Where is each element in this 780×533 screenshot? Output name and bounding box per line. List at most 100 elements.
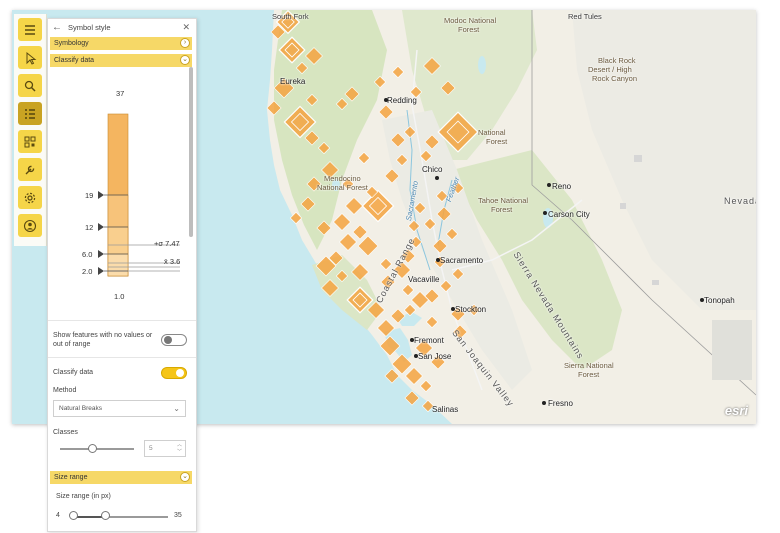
list-icon (25, 108, 35, 119)
search-button[interactable] (18, 74, 42, 97)
city-dot-carson (543, 211, 547, 215)
map-symbol[interactable] (351, 263, 369, 281)
city-dot-reno (547, 183, 551, 187)
method-label: Method (53, 387, 77, 394)
classes-slider-track[interactable] (60, 448, 134, 450)
map-symbol[interactable] (317, 141, 331, 155)
map-symbol[interactable] (411, 291, 429, 309)
size-range-section[interactable]: Size range ⌄ (50, 471, 192, 484)
map-symbol[interactable] (390, 308, 406, 324)
classes-stepper[interactable]: 5 ︿ ﹀ (144, 440, 186, 457)
map-symbol[interactable] (357, 151, 371, 165)
search-icon (24, 80, 36, 92)
map-symbol[interactable] (352, 224, 368, 240)
map-symbol[interactable] (295, 61, 309, 75)
settings-button[interactable] (18, 186, 42, 209)
map-symbol[interactable] (379, 335, 401, 357)
map-symbol[interactable] (425, 315, 439, 329)
map-symbol[interactable] (305, 93, 319, 107)
map-symbol[interactable] (424, 134, 440, 150)
map-label-tonopah: Tonopah (704, 296, 735, 305)
break-label-19: 19 (85, 191, 94, 200)
map-symbol[interactable] (423, 57, 441, 75)
map-symbol[interactable] (423, 217, 437, 231)
map-symbol[interactable] (436, 206, 452, 222)
esri-logo: esri (724, 403, 748, 418)
map-symbol[interactable] (391, 65, 405, 79)
map-symbol[interactable] (419, 149, 433, 163)
break-label-6: 6.0 (82, 250, 93, 259)
map-symbol[interactable] (361, 189, 395, 223)
map-symbol[interactable] (300, 196, 316, 212)
map-symbol[interactable] (437, 111, 479, 153)
map-label-redding: Redding (387, 96, 417, 105)
chevron-down-icon: ⌄ (173, 404, 180, 413)
map-symbol[interactable] (403, 303, 417, 317)
toggle-knob (164, 336, 172, 344)
map-label-carson-city: Carson City (548, 210, 590, 219)
map-label-salinas: Salinas (432, 405, 459, 414)
map-symbol[interactable] (321, 279, 339, 297)
map-symbol[interactable] (345, 197, 363, 215)
classify-data-toggle[interactable] (161, 367, 187, 379)
map-symbol[interactable] (344, 86, 360, 102)
classify-toggle-label: Classify data (53, 369, 94, 376)
grid-tool-button[interactable] (18, 130, 42, 153)
map-symbol[interactable] (432, 238, 448, 254)
show-features-toggle[interactable] (161, 334, 187, 346)
size-min-knob[interactable] (69, 511, 78, 520)
map-symbol[interactable] (316, 220, 332, 236)
classes-slider-knob[interactable] (88, 444, 97, 453)
map-symbol[interactable] (304, 130, 320, 146)
map-label-reno: Reno (552, 182, 572, 191)
account-button[interactable] (18, 214, 42, 237)
map-symbol[interactable] (377, 319, 395, 337)
map-symbol[interactable] (413, 201, 427, 215)
tools-button[interactable] (18, 158, 42, 181)
map-label-stockton: Stockton (455, 305, 487, 314)
map-symbol[interactable] (407, 219, 421, 233)
map-symbol[interactable] (439, 279, 453, 293)
map-symbol[interactable] (339, 233, 357, 251)
layers-list-button[interactable] (18, 102, 42, 125)
map-symbol[interactable] (419, 379, 433, 393)
map-symbol[interactable] (373, 75, 387, 89)
size-max-label: 35 (174, 512, 182, 519)
map-symbol[interactable] (384, 168, 400, 184)
map-symbol[interactable] (266, 100, 282, 116)
map-symbol[interactable] (305, 47, 323, 65)
stepper-arrows-icon[interactable]: ︿ ﹀ (177, 442, 182, 456)
map-symbol[interactable] (278, 36, 306, 64)
map-label-modoc-forest: Forest (458, 25, 480, 34)
select-tool-button[interactable] (18, 46, 42, 69)
map-symbol[interactable] (405, 367, 423, 385)
size-max-knob[interactable] (101, 511, 110, 520)
map-symbol[interactable] (357, 235, 379, 257)
map-symbol[interactable] (395, 153, 409, 167)
settings-icon (24, 192, 36, 203)
symbol-style-panel: ← Symbol style ✕ Symbology › Classify da… (47, 18, 197, 532)
map-label-eureka: Eureka (280, 77, 306, 86)
map-symbol[interactable] (333, 213, 351, 231)
mean-label: x̄ 3.6 (164, 257, 181, 266)
map-symbol[interactable] (391, 353, 413, 375)
method-select[interactable]: Natural Breaks ⌄ (53, 400, 186, 417)
histogram-min-label: 1.0 (114, 292, 125, 301)
map-symbol[interactable] (451, 267, 465, 281)
menu-button[interactable] (18, 18, 42, 41)
map-symbol[interactable] (378, 104, 394, 120)
map-symbol[interactable] (335, 97, 349, 111)
map-symbol[interactable] (403, 125, 417, 139)
map-label-red-tules: Red Tules (568, 12, 602, 21)
map-symbol[interactable] (384, 368, 400, 384)
map-symbol[interactable] (445, 227, 459, 241)
map-label-black-rock: Black Rock (598, 56, 636, 65)
map-symbol[interactable] (335, 269, 349, 283)
map-label-sacramento: Sacramento (440, 256, 484, 265)
map-symbol[interactable] (390, 132, 406, 148)
break-label-2: 2.0 (82, 267, 93, 276)
map-symbol[interactable] (401, 283, 415, 297)
map-symbol[interactable] (404, 390, 420, 406)
map-symbol[interactable] (289, 211, 303, 225)
map-symbol[interactable] (440, 80, 456, 96)
